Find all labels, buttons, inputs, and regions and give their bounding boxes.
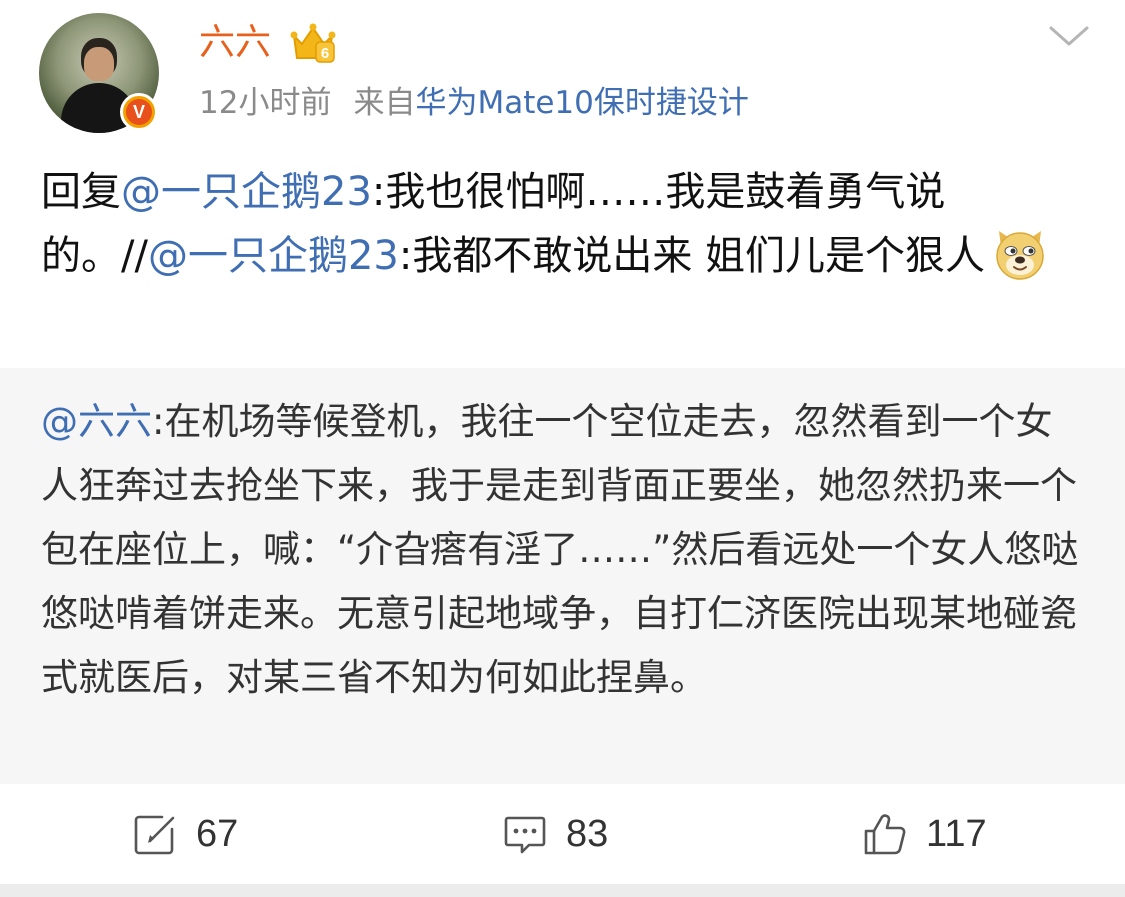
quoted-post-content: @六六:在机场等候登机，我往一个空位走去，忽然看到一个女人狂奔过去抢坐下来，我于… (41, 390, 1081, 710)
comment-count: 83 (566, 812, 609, 855)
feed-separator (0, 884, 1125, 897)
post-header: V 六六 6 12小时前 来自华为Mate10保时捷设计 (0, 0, 1125, 150)
verified-badge-icon: V (120, 93, 158, 131)
mention-link[interactable]: @一只企鹅23 (121, 169, 372, 215)
comment-button[interactable]: 83 (502, 806, 608, 862)
post-meta: 12小时前 来自华为Mate10保时捷设计 (199, 80, 749, 126)
source-prefix: 来自 (353, 85, 416, 121)
username[interactable]: 六六 (199, 18, 271, 68)
post-content: 回复@一只企鹅23:我也很怕啊……我是鼓着勇气说的。//@一只企鹅23:我都不敢… (41, 160, 1091, 288)
post-text-part: :我都不敢说出来 姐们儿是个狠人 (398, 233, 986, 279)
repost-count: 67 (196, 812, 239, 855)
mention-link[interactable]: @一只企鹅23 (148, 233, 399, 279)
vip-level: 6 (321, 45, 329, 62)
vip-crown-icon: 6 (290, 23, 336, 63)
like-button[interactable]: 117 (862, 806, 987, 862)
chevron-down-icon[interactable] (1048, 24, 1090, 48)
reply-prefix: 回复 (41, 169, 121, 215)
quoted-post-text: :在机场等候登机，我往一个空位走去，忽然看到一个女人狂奔过去抢坐下来，我于是走到… (41, 400, 1079, 699)
repost-icon (134, 815, 175, 855)
doge-icon (996, 231, 1044, 280)
post-time: 12小时前 (199, 85, 332, 121)
like-count: 117 (926, 812, 987, 855)
thumbs-up-icon (864, 814, 906, 855)
verified-badge-label: V (126, 99, 152, 125)
mention-link[interactable]: @六六 (41, 400, 152, 443)
repost-button[interactable]: 67 (132, 806, 238, 862)
avatar-person-head (84, 47, 114, 81)
comment-icon (504, 816, 546, 854)
source-link[interactable]: 华为Mate10保时捷设计 (415, 85, 748, 121)
quoted-post[interactable]: @六六:在机场等候登机，我往一个空位走去，忽然看到一个女人狂奔过去抢坐下来，我于… (0, 368, 1125, 784)
action-bar: 67 83 117 (0, 784, 1125, 884)
